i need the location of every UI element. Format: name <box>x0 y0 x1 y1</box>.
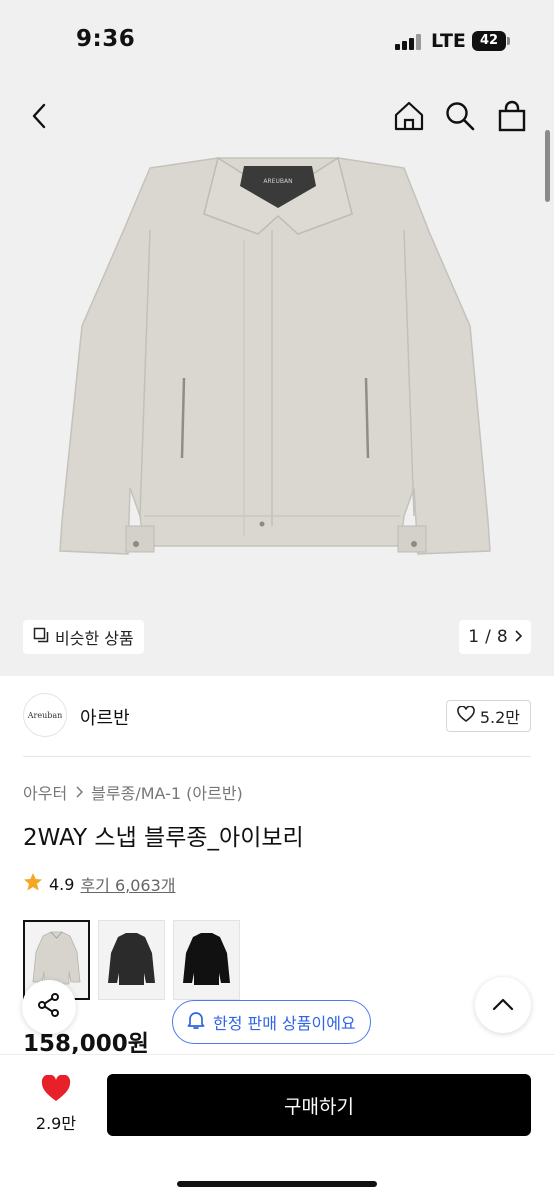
review-count-link[interactable]: 후기 6,063개 <box>80 872 175 896</box>
chevron-right-icon <box>514 627 522 647</box>
buy-button[interactable]: 구매하기 <box>107 1074 531 1136</box>
network-label: LTE <box>431 30 466 52</box>
scrollbar[interactable] <box>545 130 550 202</box>
brand-row: Areuban 아르반 5.2만 <box>0 676 554 756</box>
limited-sale-badge[interactable]: 한정 판매 상품이에요 <box>172 1000 371 1044</box>
product-title: 2WAY 스냅 블루종_아이보리 <box>23 825 304 851</box>
breadcrumb: 아우터 블루종/MA-1 (아르반) <box>23 780 243 804</box>
bell-icon <box>187 1010 205 1034</box>
battery-level: 42 <box>472 31 506 51</box>
breadcrumb-level1[interactable]: 아우터 <box>23 780 67 804</box>
status-bar: 9:36 LTE 42 <box>0 0 554 80</box>
swatch-black[interactable] <box>173 920 240 1000</box>
brand-like-button[interactable]: 5.2만 <box>445 700 531 732</box>
search-icon[interactable] <box>442 98 478 134</box>
top-nav <box>0 80 554 156</box>
similar-icon <box>33 627 49 647</box>
brand-name[interactable]: 아르반 <box>80 704 130 730</box>
home-icon[interactable] <box>391 98 427 134</box>
chevron-right-icon <box>75 783 84 802</box>
back-icon[interactable] <box>22 98 58 134</box>
divider <box>23 756 531 757</box>
product-image[interactable]: AREUBAN <box>0 156 554 676</box>
wishlist-button[interactable]: 2.9만 <box>28 1074 84 1134</box>
wishlist-count: 2.9만 <box>35 1114 77 1133</box>
page-separator: / <box>485 627 491 647</box>
jacket-brand-tag: AREUBAN <box>263 178 292 185</box>
similar-label: 비슷한 상품 <box>55 629 134 648</box>
page-current: 1 <box>468 627 480 647</box>
page-total: 8 <box>496 627 508 647</box>
signal-icon <box>395 34 421 50</box>
jacket-illustration: AREUBAN <box>59 156 491 555</box>
limited-sale-label: 한정 판매 상품이에요 <box>213 1014 356 1033</box>
bottom-bar: 2.9만 구매하기 <box>0 1054 554 1200</box>
brand-like-count: 5.2만 <box>479 708 520 727</box>
share-icon <box>36 992 62 1022</box>
rating: 4.9 후기 6,063개 <box>23 872 176 896</box>
heart-filled-icon <box>41 1074 71 1106</box>
swatch-charcoal[interactable] <box>98 920 165 1000</box>
brand-logo[interactable]: Areuban <box>23 693 67 737</box>
image-page-indicator[interactable]: 1 / 8 <box>459 620 531 654</box>
status-time: 9:36 <box>76 26 136 52</box>
similar-products-button[interactable]: 비슷한 상품 <box>23 620 144 654</box>
brand-logo-text: Areuban <box>27 710 63 720</box>
share-button[interactable] <box>22 980 76 1034</box>
breadcrumb-level2[interactable]: 블루종/MA-1 (아르반) <box>91 780 243 804</box>
heart-outline-icon <box>457 705 475 726</box>
battery-icon: 42 <box>472 31 510 51</box>
shopping-bag-icon[interactable] <box>494 98 530 134</box>
scroll-to-top-button[interactable] <box>475 977 531 1033</box>
star-icon <box>23 872 43 896</box>
chevron-up-icon <box>492 996 514 1015</box>
home-indicator <box>177 1181 377 1187</box>
rating-score: 4.9 <box>49 874 75 894</box>
